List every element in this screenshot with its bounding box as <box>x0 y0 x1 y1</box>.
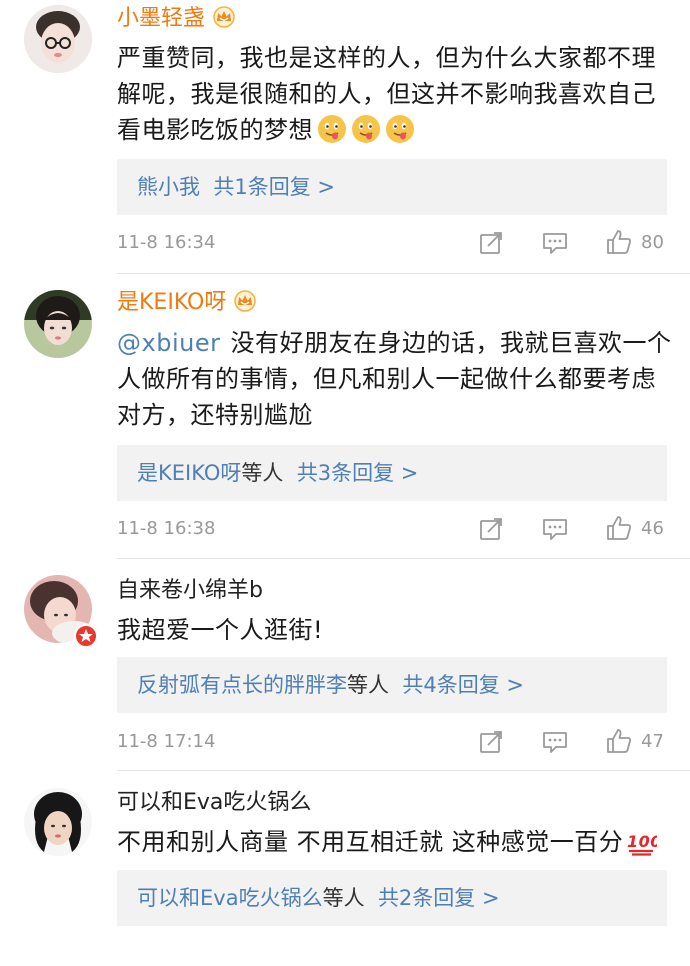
mention-link[interactable]: @xbiuer <box>117 329 220 357</box>
comment-meta: 11-8 17:14 47 <box>117 727 667 757</box>
comment-icon[interactable] <box>542 231 568 265</box>
comment-meta: 11-8 16:38 46 <box>117 514 667 544</box>
comment-divider <box>117 558 690 559</box>
comment-icon[interactable] <box>542 730 568 764</box>
vip-crown-icon <box>211 6 237 36</box>
comment-icon[interactable] <box>542 517 568 551</box>
repost-icon[interactable] <box>479 730 505 764</box>
avatar[interactable] <box>24 788 92 856</box>
like-count: 80 <box>641 232 664 253</box>
svg-text:100: 100 <box>627 832 657 851</box>
tongue-emoji-icon <box>385 114 415 154</box>
timestamp: 11-8 17:14 <box>117 731 216 752</box>
tongue-emoji-icon <box>351 114 381 154</box>
like-count: 47 <box>641 731 664 752</box>
reply-summary[interactable]: 是KEIKO呀等人 共3条回复 > <box>117 445 667 501</box>
like-icon[interactable] <box>605 727 633 765</box>
repost-icon[interactable] <box>479 231 505 265</box>
avatar[interactable] <box>24 5 92 73</box>
username[interactable]: 自来卷小绵羊b <box>117 577 263 605</box>
username[interactable]: 可以和Eva吃火锅么 <box>117 789 311 817</box>
like-count: 46 <box>641 518 664 539</box>
reply-summary[interactable]: 熊小我 共1条回复 > <box>117 159 667 215</box>
comment-text: @xbiuer 没有好朋友在身边的话，我就巨喜欢一个人做所有的事情，但凡和别人一起… <box>117 329 672 429</box>
username[interactable]: 是KEIKO呀 <box>117 289 258 320</box>
reply-summary[interactable]: 可以和Eva吃火锅么等人 共2条回复 > <box>117 870 667 926</box>
tongue-emoji-icon <box>317 114 347 154</box>
like-icon[interactable] <box>605 514 633 552</box>
comment-text: 严重赞同，我也是这样的人，但为什么大家都不理解呢，我是很随和的人，但这并不影响我… <box>117 40 672 154</box>
comment-meta: 11-8 16:34 80 <box>117 228 667 258</box>
vip-crown-icon <box>232 290 258 320</box>
username[interactable]: 小墨轻盏 <box>117 5 237 36</box>
like-icon[interactable] <box>605 228 633 266</box>
reply-summary[interactable]: 反射弧有点长的胖胖李等人 共4条回复 > <box>117 657 667 713</box>
comment-text: 我超爱一个人逛街! <box>117 616 324 644</box>
comment-text: 不用和别人商量 不用互相迁就 这种感觉一百分100 <box>117 824 672 866</box>
comment-divider <box>117 770 690 771</box>
comment-divider <box>117 273 690 274</box>
repost-icon[interactable] <box>479 517 505 551</box>
timestamp: 11-8 16:34 <box>117 232 216 253</box>
timestamp: 11-8 16:38 <box>117 518 216 539</box>
hundred-points-emoji-icon: 100 <box>627 828 662 866</box>
verified-badge-icon <box>74 624 98 648</box>
avatar[interactable] <box>24 290 92 358</box>
